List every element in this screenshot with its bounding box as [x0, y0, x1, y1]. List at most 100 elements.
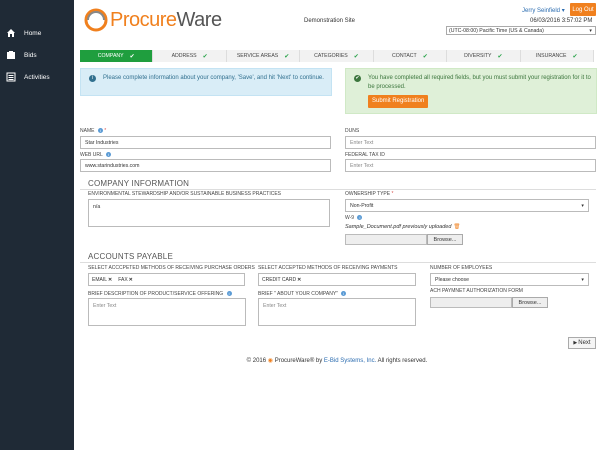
- required-icon: *: [104, 128, 107, 134]
- po-methods-field[interactable]: EMAIL✕ FAX✕: [88, 273, 245, 286]
- help-icon[interactable]: i: [226, 291, 232, 296]
- check-icon: ✔: [129, 53, 135, 60]
- help-icon[interactable]: i: [97, 128, 103, 133]
- submit-registration-button[interactable]: Submit Registration: [368, 95, 429, 108]
- product-description-field[interactable]: Enter Text: [88, 298, 246, 326]
- sidebar: Home Bids Activities: [0, 0, 74, 450]
- environmental-field[interactable]: n/a: [88, 199, 330, 227]
- name-field[interactable]: Star Industries: [80, 136, 331, 149]
- tab-label: CATEGORIES: [314, 53, 348, 59]
- employees-label: NUMBER OF EMPLOYEES: [430, 265, 493, 271]
- ownership-value: Non-Profit: [350, 202, 374, 209]
- chevron-down-icon: ▾: [589, 27, 592, 34]
- rights-text: All rights reserved.: [377, 358, 428, 364]
- user-menu[interactable]: Jerry Seinfield ▾: [522, 7, 565, 14]
- logout-button[interactable]: Log Out: [570, 3, 596, 16]
- tab-label: DIVERSITY: [464, 53, 492, 59]
- ach-file-field[interactable]: [430, 297, 512, 308]
- chevron-down-icon: ▾: [561, 8, 565, 14]
- check-icon: ✔: [572, 53, 578, 60]
- play-icon: ▶: [573, 340, 578, 346]
- check-icon: ✔: [497, 53, 503, 60]
- po-tag-email: EMAIL✕: [92, 276, 113, 283]
- sidebar-item-home[interactable]: Home: [0, 22, 74, 44]
- w9-file-field[interactable]: [345, 234, 427, 245]
- employees-select[interactable]: Please choose ▾: [430, 273, 589, 286]
- ach-browse-button[interactable]: Browse...: [512, 297, 548, 308]
- sidebar-item-bids[interactable]: Bids: [0, 44, 74, 66]
- ownership-select[interactable]: Non-Profit ▾: [345, 199, 589, 212]
- ach-form-label: ACH PAYMNET AUTHORIZATION FORM: [430, 288, 523, 294]
- registration-tabs: COMPANY ✔ ADDRESS ✔ SERVICE AREAS ✔ CATEGOR…: [80, 50, 594, 62]
- procureware-logo-icon: [84, 8, 108, 32]
- tab-categories[interactable]: CATEGORIES ✔: [300, 50, 374, 62]
- chevron-down-icon: ▾: [581, 276, 584, 283]
- tab-diversity[interactable]: DIVERSITY ✔: [447, 50, 521, 62]
- duns-field[interactable]: Enter Text: [345, 136, 596, 149]
- info-alert-text: Please complete information about your c…: [103, 75, 324, 81]
- ebid-link[interactable]: E-Bid Systems, Inc.: [324, 358, 376, 364]
- success-alert-text: You have completed all required fields, …: [368, 75, 591, 90]
- tab-label: CONTACT: [392, 53, 417, 59]
- web-url-field[interactable]: www.starindustries.com: [80, 159, 331, 172]
- logo: ProcureWare: [84, 8, 222, 32]
- help-icon[interactable]: i: [341, 291, 347, 296]
- payment-methods-field[interactable]: CREDIT CARD✕: [258, 273, 416, 286]
- about-company-field[interactable]: Enter Text: [258, 298, 416, 326]
- tab-label: ADDRESS: [171, 53, 197, 59]
- help-icon[interactable]: i: [106, 152, 111, 157]
- tab-insurance[interactable]: INSURANCE ✔: [520, 50, 594, 62]
- pay-tag-credit-card: CREDIT CARD✕: [262, 276, 302, 283]
- product-description-label: BRIEF DESCRIPTION OF PRODUCT/SERVICE OFF…: [88, 291, 232, 297]
- home-icon: [7, 29, 15, 37]
- check-icon: ✔: [202, 53, 208, 60]
- w9-browse-button[interactable]: Browse...: [427, 234, 463, 245]
- logo-text: ProcureWare: [110, 9, 222, 32]
- logo-suffix: Ware: [176, 8, 223, 31]
- tax-id-field[interactable]: Enter Text: [345, 159, 596, 172]
- w9-uploaded-text: Sample_Document.pdf previously uploaded 🗑: [345, 224, 461, 230]
- tab-label: INSURANCE: [535, 53, 567, 59]
- check-icon: ✔: [353, 53, 359, 60]
- company-info-heading: COMPANY INFORMATION: [88, 179, 190, 188]
- logo-prefix: Procure: [110, 8, 177, 31]
- remove-tag-icon[interactable]: ✕: [108, 277, 112, 283]
- sidebar-item-activities[interactable]: Activities: [0, 66, 74, 88]
- help-icon[interactable]: i: [357, 215, 363, 220]
- w9-file-row: Browse...: [345, 234, 463, 245]
- sidebar-item-label: Bids: [24, 51, 37, 59]
- remove-tag-icon[interactable]: ✕: [297, 277, 301, 283]
- info-alert: i Please complete information about your…: [80, 68, 332, 96]
- chevron-down-icon: ▾: [581, 202, 584, 209]
- w9-label: W-9 i: [345, 215, 363, 221]
- ach-file-row: Browse...: [430, 297, 548, 308]
- check-circle-icon: ✔: [354, 75, 361, 82]
- next-label: Next: [578, 340, 591, 346]
- duns-label: DUNS: [345, 128, 360, 134]
- activities-icon: [6, 72, 16, 82]
- tab-service-areas[interactable]: SERVICE AREAS ✔: [226, 50, 301, 62]
- required-icon: *: [391, 191, 394, 197]
- timezone-value: (UTC-08:00) Pacific Time (US & Canada): [449, 27, 544, 34]
- tax-id-label: FEDERAL TAX ID: [345, 152, 385, 158]
- divider: [80, 189, 596, 190]
- tab-contact[interactable]: CONTACT ✔: [373, 50, 448, 62]
- payment-methods-label: SELECT ACCEPTED METHODS OF RECEIVING PAY…: [258, 265, 398, 271]
- timezone-select[interactable]: (UTC-08:00) Pacific Time (US & Canada) ▾: [446, 26, 596, 35]
- info-icon: i: [89, 75, 96, 82]
- remove-tag-icon[interactable]: ✕: [129, 277, 133, 283]
- next-button[interactable]: ▶ Next: [568, 337, 596, 349]
- footer: © 2016 ◉ ProcureWare® by E-Bid Systems, …: [74, 357, 600, 364]
- divider: [80, 262, 596, 263]
- tab-address[interactable]: ADDRESS ✔: [153, 50, 227, 62]
- product-text: ProcureWare® by: [274, 358, 323, 364]
- po-tag-fax: FAX✕: [118, 276, 133, 283]
- sidebar-item-label: Activities: [24, 73, 50, 81]
- tab-company[interactable]: COMPANY ✔: [80, 50, 154, 62]
- employees-value: Please choose: [435, 276, 470, 283]
- copyright-text: © 2016: [246, 358, 267, 364]
- environmental-label: ENVIRONMENTAL STEWARDSHIP AND/OR SUSTAIN…: [88, 191, 282, 197]
- trash-icon[interactable]: 🗑: [453, 224, 460, 230]
- site-title: Demonstration Site: [304, 18, 356, 24]
- check-icon: ✔: [284, 53, 290, 60]
